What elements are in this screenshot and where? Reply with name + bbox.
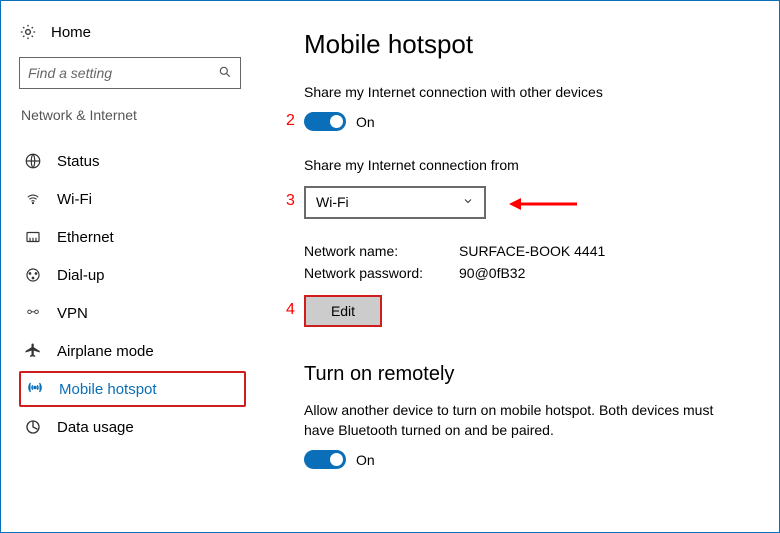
annotation-marker-3: 3 — [286, 192, 295, 210]
network-name-label: Network name: — [304, 243, 459, 259]
remote-toggle[interactable]: On — [304, 450, 375, 469]
annotation-arrow — [509, 194, 579, 214]
dropdown-value: Wi-Fi — [316, 194, 349, 210]
hotspot-icon — [25, 380, 45, 398]
network-password-label: Network password: — [304, 265, 459, 281]
search-input[interactable] — [19, 57, 241, 89]
vpn-icon — [23, 306, 43, 320]
remote-text: Allow another device to turn on mobile h… — [304, 400, 724, 441]
airplane-icon — [23, 342, 43, 360]
sidebar-item-wifi[interactable]: Wi-Fi — [19, 181, 246, 217]
chevron-down-icon — [462, 194, 474, 210]
edit-button[interactable]: Edit — [304, 295, 382, 327]
sidebar-item-label: Status — [57, 153, 100, 170]
share-from-dropdown[interactable]: Wi-Fi — [304, 186, 486, 219]
sidebar-item-label: VPN — [57, 305, 88, 322]
sidebar-item-label: Airplane mode — [57, 343, 154, 360]
home-label: Home — [51, 24, 91, 41]
search-icon — [218, 65, 232, 82]
share-toggle[interactable]: On — [304, 112, 375, 131]
network-password-value: 90@0fB32 — [459, 265, 749, 281]
sidebar-item-label: Dial-up — [57, 267, 105, 284]
toggle-state: On — [356, 114, 375, 130]
search-field[interactable] — [28, 65, 208, 81]
sidebar-item-label: Data usage — [57, 419, 134, 436]
sidebar-item-status[interactable]: Status — [19, 143, 246, 179]
toggle-state: On — [356, 452, 375, 468]
sidebar-item-ethernet[interactable]: Ethernet — [19, 219, 246, 255]
share-from-label: Share my Internet connection from — [304, 155, 724, 175]
sidebar-item-airplane[interactable]: Airplane mode — [19, 333, 246, 369]
sidebar-item-dialup[interactable]: Dial-up — [19, 257, 246, 293]
wifi-icon — [23, 192, 43, 206]
sidebar-item-mobile-hotspot[interactable]: Mobile hotspot — [19, 371, 246, 407]
sidebar-item-data-usage[interactable]: Data usage — [19, 409, 246, 445]
annotation-marker-4: 4 — [286, 301, 295, 319]
remote-title: Turn on remotely — [304, 363, 749, 386]
network-name-value: SURFACE-BOOK 4441 — [459, 243, 749, 259]
sidebar-item-label: Ethernet — [57, 229, 114, 246]
page-title: Mobile hotspot — [304, 29, 749, 60]
sidebar-category: Network & Internet — [19, 107, 246, 123]
home-link[interactable]: Home — [19, 23, 246, 41]
dialup-icon — [23, 266, 43, 284]
sidebar-item-vpn[interactable]: VPN — [19, 295, 246, 331]
gear-icon — [19, 23, 37, 41]
annotation-marker-2: 2 — [286, 112, 295, 130]
sidebar-item-label: Wi-Fi — [57, 191, 92, 208]
globe-icon — [23, 152, 43, 170]
sidebar-item-label: Mobile hotspot — [59, 381, 157, 398]
data-usage-icon — [23, 418, 43, 436]
ethernet-icon — [23, 228, 43, 246]
share-label: Share my Internet connection with other … — [304, 82, 724, 102]
